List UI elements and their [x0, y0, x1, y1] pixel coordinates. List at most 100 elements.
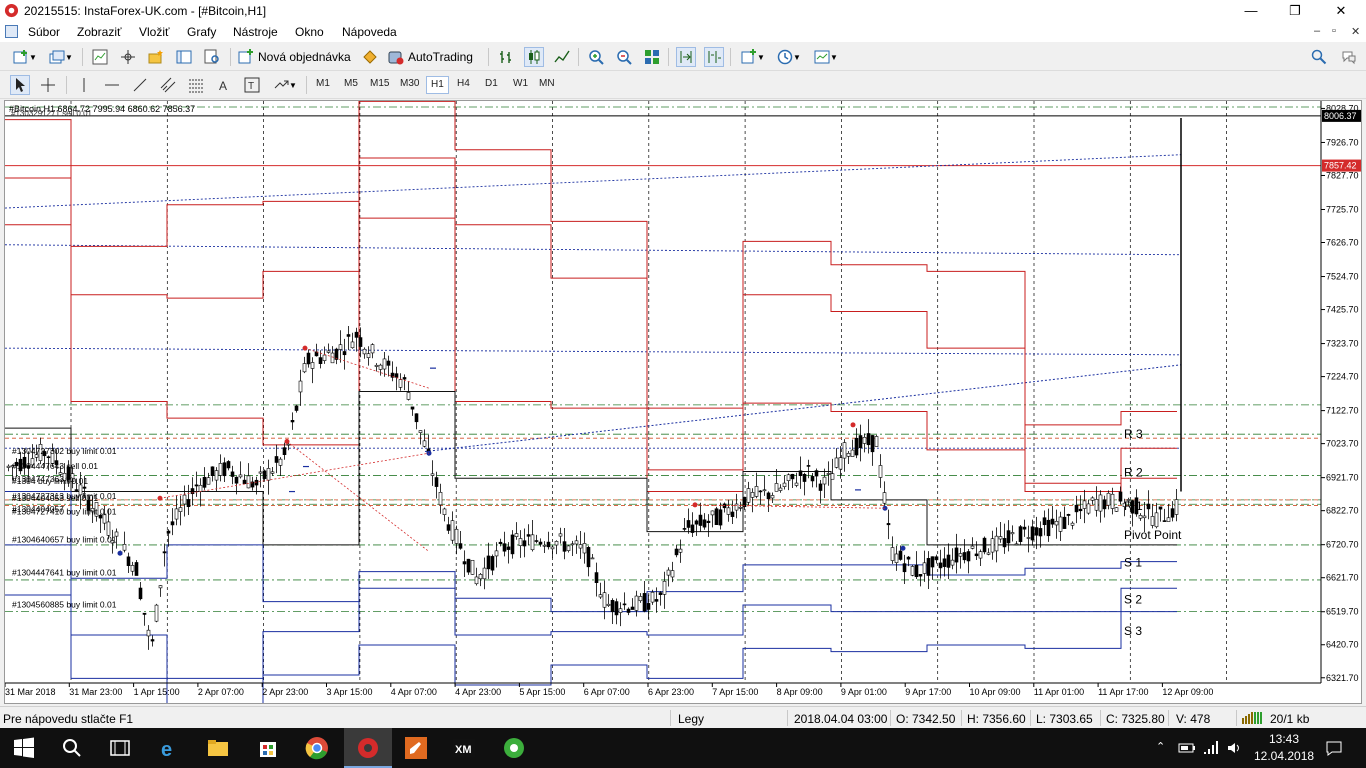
- zoom-in-button[interactable]: [586, 47, 606, 67]
- timeframe-m30[interactable]: M30: [396, 76, 423, 94]
- candlestick-chart-button[interactable]: [524, 47, 544, 67]
- horizontal-line-button[interactable]: [102, 75, 122, 95]
- price-tick-label: 7323.70: [1326, 339, 1359, 349]
- vertical-line-button[interactable]: [74, 75, 94, 95]
- windows-start-icon[interactable]: [12, 736, 36, 760]
- price-tag-label: 7857.42: [1324, 161, 1357, 171]
- clock-date[interactable]: 12.04.2018: [1254, 749, 1314, 763]
- chart-window[interactable]: #1304727302 buy limit 0.01 #1304447643 se…: [4, 100, 1362, 704]
- chat-button[interactable]: [1338, 47, 1360, 67]
- candle-body: [1082, 500, 1087, 509]
- market-watch-button[interactable]: [90, 47, 110, 67]
- tile-windows-button[interactable]: [642, 47, 662, 67]
- new-order-button[interactable]: Nová objednávka: [238, 47, 354, 67]
- volume-icon[interactable]: [1226, 740, 1242, 756]
- timeframe-m1[interactable]: M1: [312, 76, 334, 94]
- search-button[interactable]: [1310, 47, 1328, 67]
- cursor-icon: [16, 78, 25, 92]
- price-tick-label: 7023.70: [1326, 439, 1359, 449]
- terminal-button[interactable]: [174, 47, 194, 67]
- autoscroll-button[interactable]: [676, 47, 696, 67]
- candle-body: [622, 603, 627, 606]
- line-chart-button[interactable]: [552, 47, 572, 67]
- cursor-tool-button[interactable]: [10, 75, 30, 95]
- timeframe-m5[interactable]: M5: [340, 76, 362, 94]
- mdi-minimize-button[interactable]: –: [1314, 25, 1320, 37]
- separator: [961, 710, 962, 726]
- text-label-button[interactable]: T: [242, 75, 262, 95]
- edge-browser-icon[interactable]: e: [158, 736, 182, 760]
- autotrading-button[interactable]: AutoTrading: [388, 47, 480, 67]
- battery-icon[interactable]: [1178, 741, 1196, 755]
- crosshair-tool-button[interactable]: [38, 75, 58, 95]
- strategy-tester-button[interactable]: [202, 47, 222, 67]
- profiles-button[interactable]: ▼: [46, 47, 76, 67]
- timeframe-w1[interactable]: W1: [509, 76, 532, 94]
- timeframe-mn[interactable]: MN: [535, 76, 559, 94]
- rocket-app-icon[interactable]: [404, 736, 428, 760]
- timeframe-d1[interactable]: D1: [481, 76, 502, 94]
- fibonacci-button[interactable]: [186, 75, 206, 95]
- search-icon[interactable]: [60, 736, 84, 760]
- store-icon[interactable]: [256, 736, 280, 760]
- mdi-close-button[interactable]: ✕: [1351, 25, 1360, 38]
- menu-insert[interactable]: Vložiť: [139, 25, 170, 39]
- data-window-button[interactable]: [118, 47, 138, 67]
- periods-button[interactable]: ▼: [774, 47, 804, 67]
- price-tick-label: 7425.70: [1326, 305, 1359, 315]
- notifications-icon[interactable]: [1326, 740, 1342, 756]
- price-chart[interactable]: #1304727302 buy limit 0.01 #1304447643 se…: [5, 101, 1361, 703]
- menu-window[interactable]: Okno: [295, 25, 324, 39]
- bar-chart-button[interactable]: [496, 47, 516, 67]
- navigator-button[interactable]: [146, 47, 166, 67]
- price-tag-label: 8006.37: [1324, 111, 1357, 121]
- candle-body: [470, 559, 475, 575]
- minimize-button[interactable]: —: [1228, 0, 1274, 22]
- chart-shift-button[interactable]: [704, 47, 724, 67]
- candle-body: [310, 362, 315, 369]
- file-explorer-icon[interactable]: [206, 736, 230, 760]
- candle-body: [398, 379, 403, 388]
- timeframe-h1[interactable]: H1: [426, 76, 449, 94]
- menu-help[interactable]: Nápoveda: [342, 25, 397, 39]
- channel-button[interactable]: [158, 75, 178, 95]
- separator: [1100, 710, 1101, 726]
- menu-charts[interactable]: Grafy: [187, 25, 216, 39]
- timeframe-h4[interactable]: H4: [453, 76, 474, 94]
- signal-icon[interactable]: [1202, 740, 1218, 756]
- order-label: #1304727410 buy limit 0.01: [12, 507, 117, 517]
- mdi-restore-button[interactable]: ▫: [1332, 25, 1336, 37]
- chrome-browser-icon[interactable]: [305, 736, 329, 760]
- green-app-icon[interactable]: [502, 736, 526, 760]
- signals-button[interactable]: [360, 47, 380, 67]
- candle-body: [186, 499, 191, 508]
- candle-body: [638, 596, 643, 602]
- indicators-button[interactable]: ▼: [738, 47, 768, 67]
- candle-body: [910, 566, 915, 576]
- templates-button[interactable]: ▼: [810, 47, 842, 67]
- candle-body: [242, 479, 247, 485]
- maximize-button[interactable]: ❐: [1272, 0, 1318, 22]
- arrows-button[interactable]: ▼: [270, 75, 300, 95]
- clock-time[interactable]: 13:43: [1254, 732, 1314, 746]
- time-tick-label: 9 Apr 17:00: [905, 687, 951, 697]
- menu-tools[interactable]: Nástroje: [233, 25, 278, 39]
- zoom-out-button[interactable]: [614, 47, 634, 67]
- candle-body: [814, 470, 819, 477]
- new-chart-button[interactable]: ▼: [8, 47, 42, 67]
- trendline-button[interactable]: [130, 75, 150, 95]
- menu-view[interactable]: Zobraziť: [77, 25, 122, 39]
- text-tool-button[interactable]: A: [214, 75, 234, 95]
- instaforex-terminal-icon[interactable]: [356, 736, 380, 760]
- tray-expand-icon[interactable]: ⌃: [1156, 740, 1165, 753]
- candle-body: [1030, 526, 1035, 541]
- candle-body: [834, 457, 839, 468]
- candle-body: [746, 488, 751, 503]
- menu-file[interactable]: Súbor: [28, 25, 60, 39]
- chart-window-icon[interactable]: [5, 25, 18, 38]
- close-button[interactable]: ✕: [1318, 0, 1364, 22]
- task-view-icon[interactable]: [108, 736, 132, 760]
- timeframe-m15[interactable]: M15: [366, 76, 393, 94]
- candle-body: [698, 514, 703, 526]
- xm-app-icon[interactable]: XM: [452, 736, 476, 760]
